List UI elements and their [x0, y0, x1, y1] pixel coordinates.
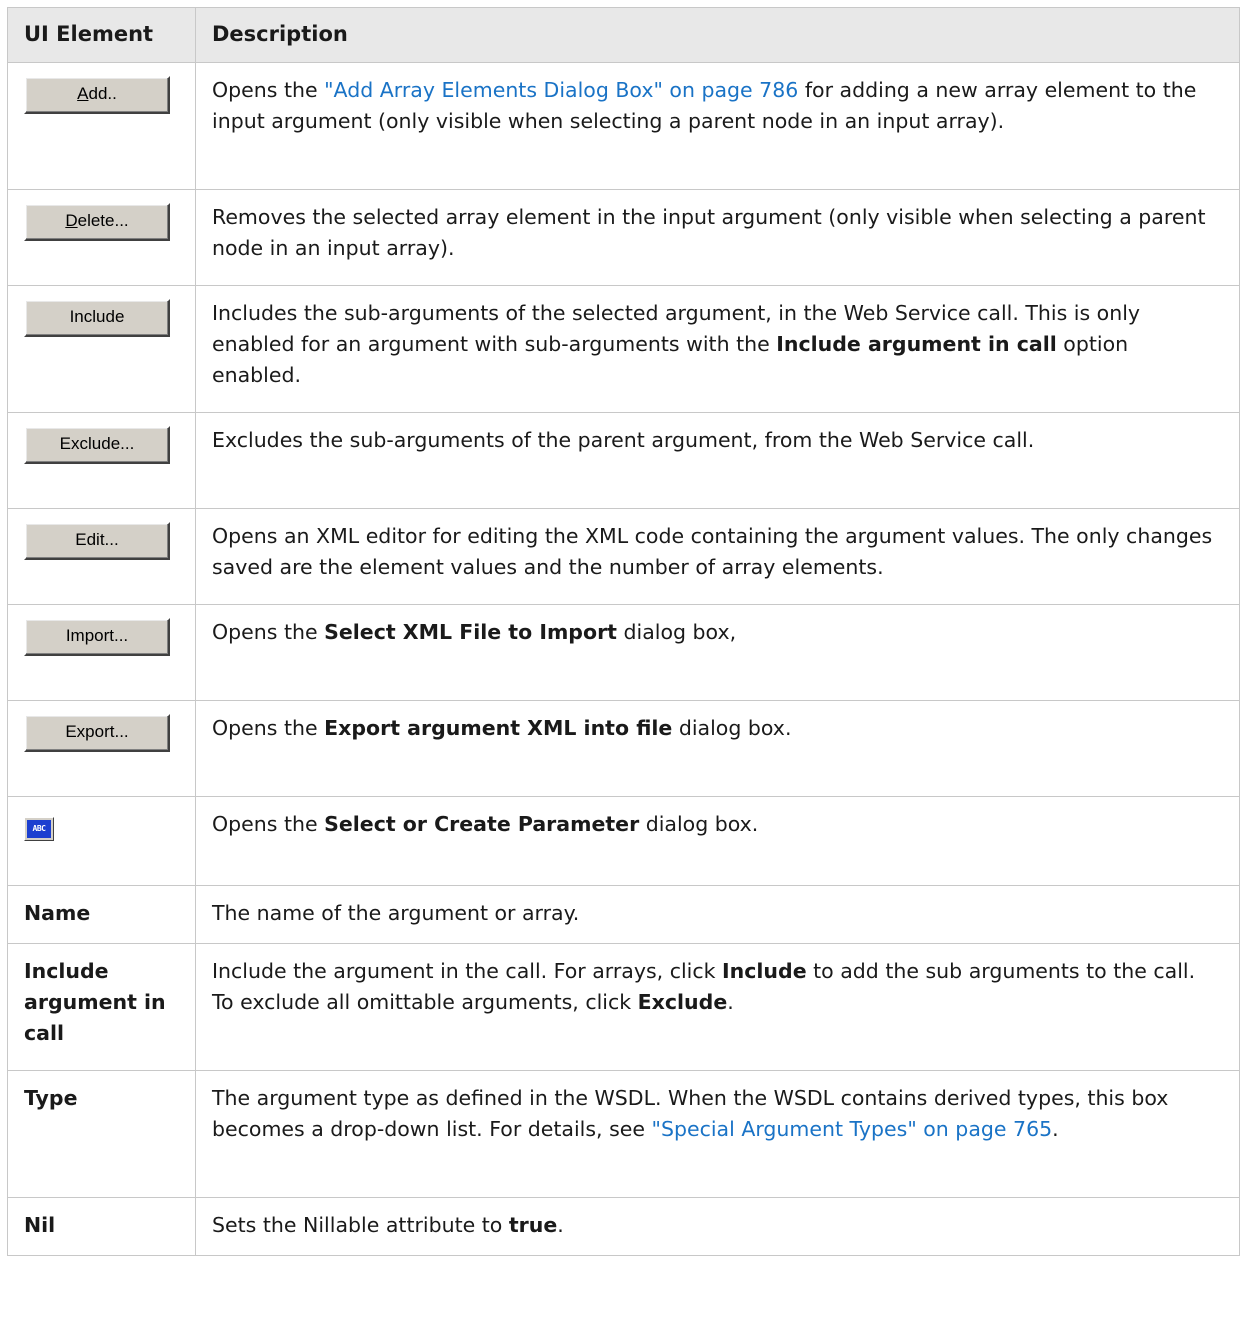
description-cell: Excludes the sub-arguments of the parent…	[195, 412, 1240, 509]
ui-element-label: Nil	[7, 1197, 196, 1256]
description-bold-text: Exclude	[637, 990, 728, 1014]
exclude-button[interactable]: Exclude...	[24, 426, 170, 464]
table-row: Include Includes the sub-arguments of th…	[7, 285, 1240, 413]
description-text: .	[557, 1213, 564, 1237]
description-cell: Includes the sub-arguments of the select…	[195, 285, 1240, 413]
export-button[interactable]: Export...	[24, 714, 170, 752]
column-header-ui-element: UI Element	[7, 7, 196, 63]
description-cell: Opens an XML editor for editing the XML …	[195, 508, 1240, 605]
description-cell: Include the argument in the call. For ar…	[195, 943, 1240, 1071]
ui-element-cell: Delete...	[7, 189, 196, 286]
description-bold-text: Export argument XML into file	[324, 716, 673, 740]
abc-icon-label: ABC	[27, 820, 51, 838]
description-cell: Opens the Select XML File to Import dial…	[195, 604, 1240, 701]
description-text: dialog box.	[639, 812, 759, 836]
abc-parameter-icon[interactable]: ABC	[24, 817, 54, 841]
table-row: Type The argument type as defined in the…	[7, 1070, 1240, 1198]
add-array-elements-link[interactable]: "Add Array Elements Dialog Box" on page …	[324, 78, 798, 102]
ui-element-label: Include argument in call	[7, 943, 196, 1071]
description-cell: Opens the Select or Create Parameter dia…	[195, 796, 1240, 886]
description-bold-text: Include argument in call	[776, 332, 1057, 356]
table-header-row: UI Element Description	[7, 7, 1240, 63]
description-text: Opens the	[212, 812, 325, 836]
delete-button[interactable]: Delete...	[24, 203, 170, 241]
description-text: Sets the Nillable attribute to	[212, 1213, 509, 1237]
table-row: Add.. Opens the "Add Array Elements Dial…	[7, 62, 1240, 190]
edit-button[interactable]: Edit...	[24, 522, 170, 560]
ui-element-cell: Edit...	[7, 508, 196, 605]
description-text: .	[727, 990, 734, 1014]
table-row: Nil Sets the Nillable attribute to true.	[7, 1197, 1240, 1256]
table-row: Import... Opens the Select XML File to I…	[7, 604, 1240, 701]
table-row: Edit... Opens an XML editor for editing …	[7, 508, 1240, 605]
ui-elements-table: UI Element Description Add.. Opens the "…	[7, 7, 1240, 1256]
ui-element-cell: Import...	[7, 604, 196, 701]
description-cell: Sets the Nillable attribute to true.	[195, 1197, 1240, 1256]
description-cell: The argument type as defined in the WSDL…	[195, 1070, 1240, 1198]
special-argument-types-link[interactable]: "Special Argument Types" on page 765	[652, 1117, 1053, 1141]
description-cell: Removes the selected array element in th…	[195, 189, 1240, 286]
ui-element-cell: Include	[7, 285, 196, 413]
table-row: ABC Opens the Select or Create Parameter…	[7, 796, 1240, 886]
ui-element-cell: Add..	[7, 62, 196, 190]
description-text: .	[1052, 1117, 1059, 1141]
description-bold-text: Select or Create Parameter	[324, 812, 640, 836]
column-header-description: Description	[195, 7, 1240, 63]
ui-element-cell: ABC	[7, 796, 196, 886]
table-row: Delete... Removes the selected array ele…	[7, 189, 1240, 286]
ui-element-label: Name	[7, 885, 196, 944]
description-text: Opens the	[212, 78, 325, 102]
description-bold-text: true	[508, 1213, 558, 1237]
description-text: dialog box.	[672, 716, 792, 740]
ui-element-cell: Exclude...	[7, 412, 196, 509]
add-button[interactable]: Add..	[24, 76, 170, 114]
table-row: Name The name of the argument or array.	[7, 885, 1240, 944]
ui-element-cell: Export...	[7, 700, 196, 797]
description-text: Include the argument in the call. For ar…	[212, 959, 723, 983]
description-bold-text: Include	[722, 959, 807, 983]
table-row: Include argument in call Include the arg…	[7, 943, 1240, 1071]
description-bold-text: Select XML File to Import	[324, 620, 617, 644]
description-text: Opens the	[212, 716, 325, 740]
ui-element-label: Type	[7, 1070, 196, 1198]
description-text: Opens the	[212, 620, 325, 644]
table-row: Export... Opens the Export argument XML …	[7, 700, 1240, 797]
description-cell: Opens the "Add Array Elements Dialog Box…	[195, 62, 1240, 190]
import-button[interactable]: Import...	[24, 618, 170, 656]
description-cell: The name of the argument or array.	[195, 885, 1240, 944]
description-text: dialog box,	[616, 620, 737, 644]
include-button[interactable]: Include	[24, 299, 170, 337]
table-row: Exclude... Excludes the sub-arguments of…	[7, 412, 1240, 509]
description-cell: Opens the Export argument XML into file …	[195, 700, 1240, 797]
